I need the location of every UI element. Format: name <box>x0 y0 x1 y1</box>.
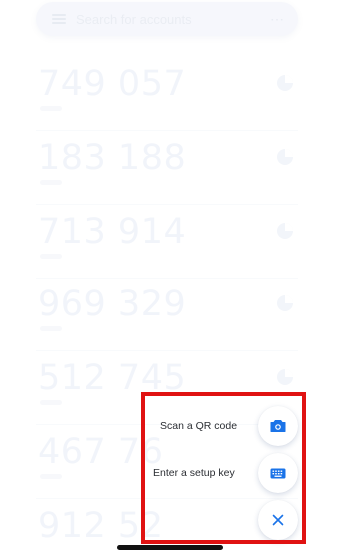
home-indicator[interactable] <box>117 545 223 550</box>
authenticator-screen: Search for accounts ⋯ 749 057 183 188 71… <box>0 0 340 560</box>
highlight-box <box>141 392 306 544</box>
